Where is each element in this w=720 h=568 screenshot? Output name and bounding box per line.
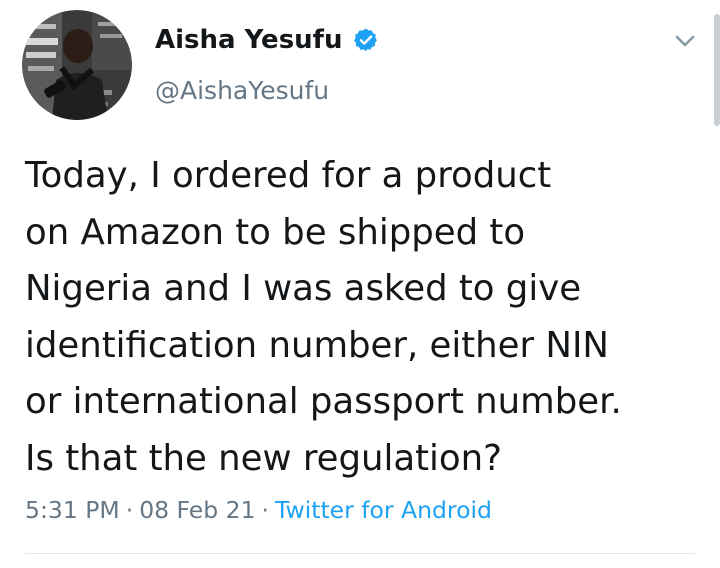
avatar-image: [22, 10, 132, 120]
tweet-card: Aisha Yesufu @AishaYesufu Today, I order…: [0, 0, 720, 568]
verified-badge-icon: [353, 28, 377, 52]
tweet-text-line: on Amazon to be shipped to: [25, 211, 526, 253]
tweet-text-line: identification number, either NIN: [25, 324, 609, 366]
tweet-time[interactable]: 5:31 PM: [25, 496, 120, 524]
author-display-name[interactable]: Aisha Yesufu: [155, 24, 343, 56]
tweet-text-line: Today, I ordered for a product: [25, 155, 552, 196]
author-handle[interactable]: @AishaYesufu: [155, 76, 329, 106]
tweet-source-link[interactable]: Twitter for Android: [275, 496, 492, 524]
tweet-text-line: Nigeria and I was asked to give: [25, 268, 582, 309]
author-name-row[interactable]: Aisha Yesufu: [155, 24, 379, 56]
tweet-text: Today, I ordered for a product on Amazon…: [25, 148, 715, 487]
tweet-date[interactable]: 08 Feb 21: [139, 496, 255, 524]
tweet-text-line: Is that the new regulation?: [25, 437, 502, 479]
chevron-down-icon[interactable]: [670, 26, 700, 56]
tweet-text-line: or international passport number.: [25, 381, 622, 422]
meta-separator: ·: [261, 496, 270, 524]
divider: [25, 553, 695, 554]
meta-separator: ·: [125, 496, 134, 524]
scrollbar[interactable]: [714, 14, 720, 126]
avatar[interactable]: [22, 10, 132, 120]
tweet-metadata: 5:31 PM · 08 Feb 21 · Twitter for Android: [25, 494, 492, 526]
